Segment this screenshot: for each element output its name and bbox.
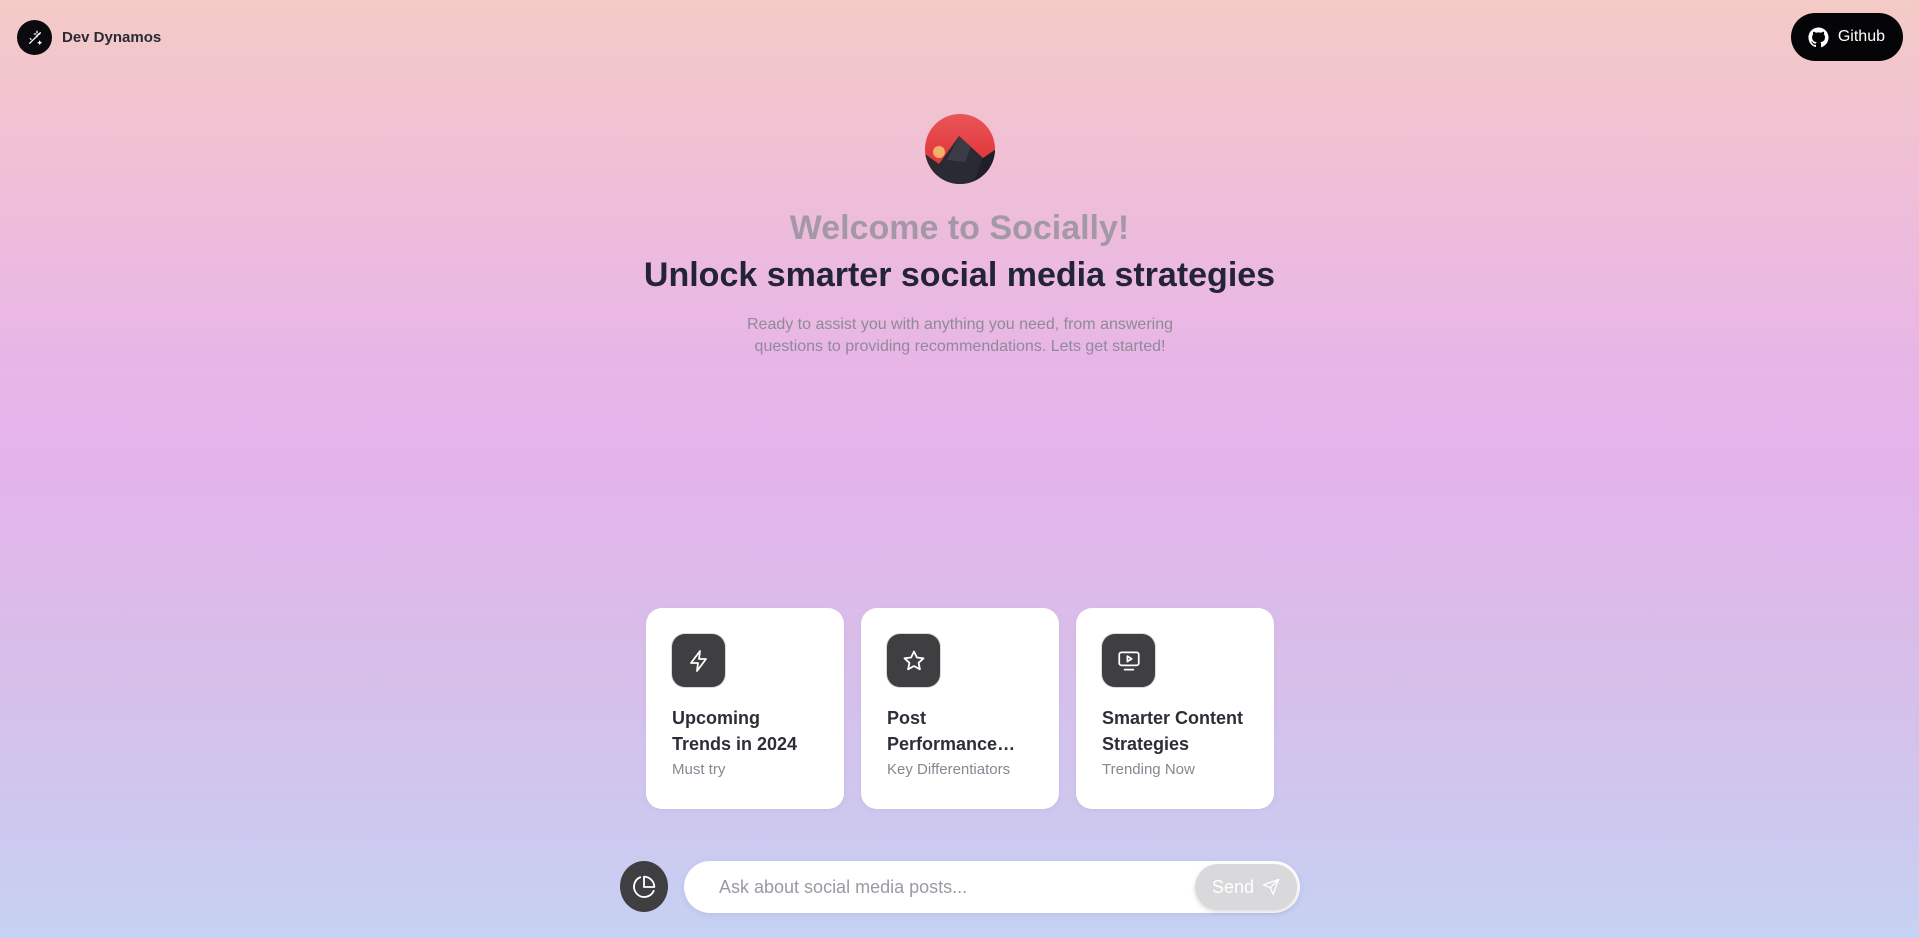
welcome-title: Welcome to Socially! bbox=[789, 209, 1130, 247]
suggestion-card-content[interactable]: Smarter Content Strategies Trending Now bbox=[1076, 608, 1274, 809]
chat-composer: Send bbox=[684, 861, 1300, 913]
send-icon bbox=[1262, 878, 1280, 896]
card-title: Smarter Content Strategies bbox=[1102, 708, 1244, 754]
analytics-button[interactable] bbox=[620, 861, 668, 912]
brand[interactable]: Dev Dynamos bbox=[17, 20, 161, 55]
suggestion-cards: Upcoming Trends in 2024 Must try Post Pe… bbox=[646, 608, 1274, 809]
video-screen-icon bbox=[1102, 634, 1155, 687]
card-subtitle: Key Differentiators bbox=[887, 761, 1011, 778]
hero-description: Ready to assist you with anything you ne… bbox=[746, 316, 1173, 355]
github-button[interactable]: Github bbox=[1790, 13, 1903, 61]
github-label: Github bbox=[1837, 28, 1885, 45]
card-subtitle: Trending Now bbox=[1102, 761, 1195, 778]
mountain-sunset-avatar bbox=[925, 114, 995, 184]
card-title: Post Performance Tracking bbox=[887, 708, 998, 754]
magic-wand-icon bbox=[17, 20, 52, 55]
github-icon bbox=[1808, 26, 1829, 48]
suggestion-card-trends[interactable]: Upcoming Trends in 2024 Must try bbox=[646, 608, 844, 809]
send-button[interactable]: Send bbox=[1195, 864, 1297, 910]
suggestion-card-performance[interactable]: Post Performance Tracking Key Differenti… bbox=[861, 608, 1059, 809]
lightning-icon bbox=[672, 634, 725, 687]
card-subtitle: Must try bbox=[672, 761, 726, 778]
star-icon bbox=[887, 634, 940, 687]
card-title: Upcoming Trends in 2024 bbox=[672, 708, 798, 754]
pie-chart-icon bbox=[631, 874, 657, 900]
hero-subtitle: Unlock smarter social media strategies bbox=[643, 256, 1276, 294]
brand-name: Dev Dynamos bbox=[62, 29, 162, 46]
send-label: Send bbox=[1211, 876, 1255, 897]
message-input[interactable] bbox=[719, 861, 1139, 913]
